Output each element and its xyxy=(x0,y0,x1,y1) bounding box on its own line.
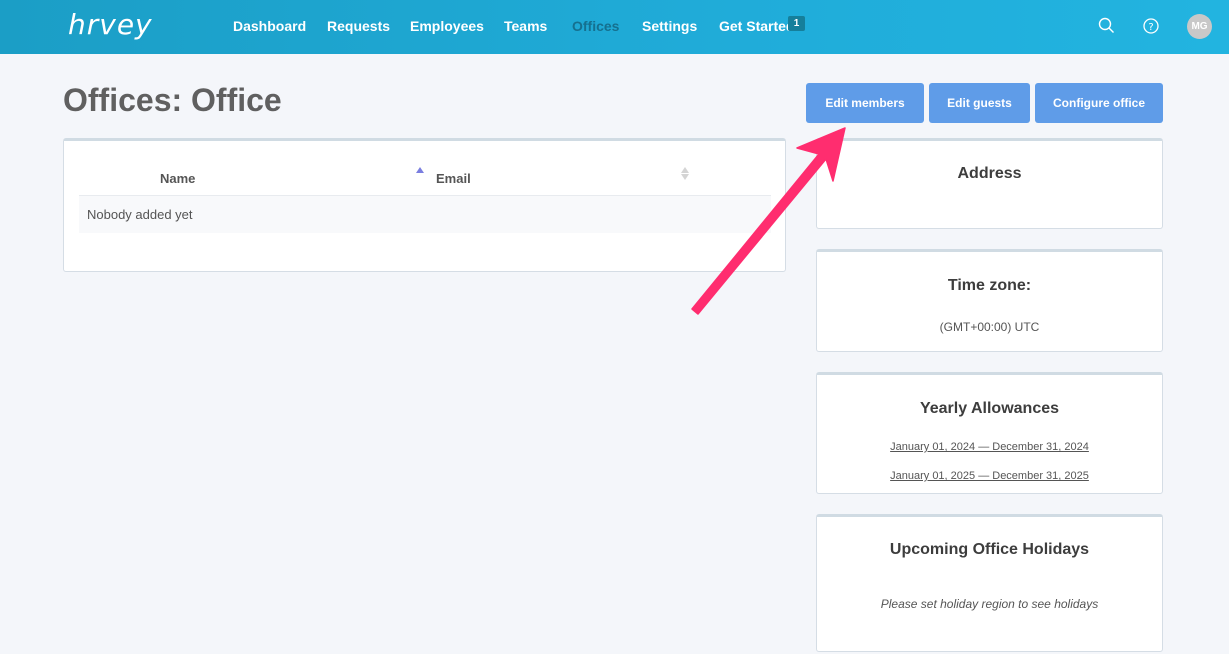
holidays-title: Upcoming Office Holidays xyxy=(889,541,1090,558)
configure-office-button[interactable]: Configure office xyxy=(1035,83,1163,123)
allowances-title: Yearly Allowances xyxy=(919,400,1060,417)
svg-text:?: ? xyxy=(1148,22,1153,33)
get-started-badge: 1 xyxy=(788,16,805,31)
address-title: Address xyxy=(957,165,1022,182)
page-title: Offices: Office xyxy=(63,82,282,118)
hrvey-logo[interactable]: hrvey xyxy=(68,8,153,41)
search-icon[interactable] xyxy=(1097,16,1117,36)
user-avatar[interactable]: MG xyxy=(1187,14,1212,39)
help-icon[interactable]: ? xyxy=(1141,16,1161,36)
address-card: Address xyxy=(816,138,1163,229)
column-header-email[interactable]: Email xyxy=(436,171,471,186)
allowance-period-link[interactable]: January 01, 2024 — December 31, 2024 xyxy=(890,441,1089,453)
top-navbar: hrvey Dashboard Requests Employees Teams… xyxy=(0,0,1229,54)
nav-requests[interactable]: Requests xyxy=(327,18,390,34)
holidays-card: Upcoming Office Holidays Please set holi… xyxy=(816,514,1163,652)
empty-table-row: Nobody added yet xyxy=(79,196,771,233)
nav-teams[interactable]: Teams xyxy=(504,18,547,34)
edit-guests-button[interactable]: Edit guests xyxy=(929,83,1030,123)
sort-icon[interactable] xyxy=(681,167,689,180)
nav-settings[interactable]: Settings xyxy=(642,18,697,34)
nav-get-started[interactable]: Get Started xyxy=(719,18,794,34)
sort-ascending-icon[interactable] xyxy=(416,167,424,173)
nav-employees[interactable]: Employees xyxy=(410,18,484,34)
holidays-message: Please set holiday region to see holiday… xyxy=(880,597,1099,611)
timezone-value: (GMT+00:00) UTC xyxy=(939,320,1040,334)
timezone-card: Time zone: (GMT+00:00) UTC xyxy=(816,249,1163,352)
edit-members-button[interactable]: Edit members xyxy=(806,83,924,123)
nav-dashboard[interactable]: Dashboard xyxy=(233,18,306,34)
timezone-title: Time zone: xyxy=(947,277,1032,294)
members-table-card: Name Email Nobody added yet xyxy=(63,138,786,272)
allowances-card: Yearly Allowances January 01, 2024 — Dec… xyxy=(816,372,1163,494)
allowance-period-link[interactable]: January 01, 2025 — December 31, 2025 xyxy=(890,470,1089,482)
column-header-name[interactable]: Name xyxy=(160,171,195,186)
nav-offices[interactable]: Offices xyxy=(572,18,619,34)
